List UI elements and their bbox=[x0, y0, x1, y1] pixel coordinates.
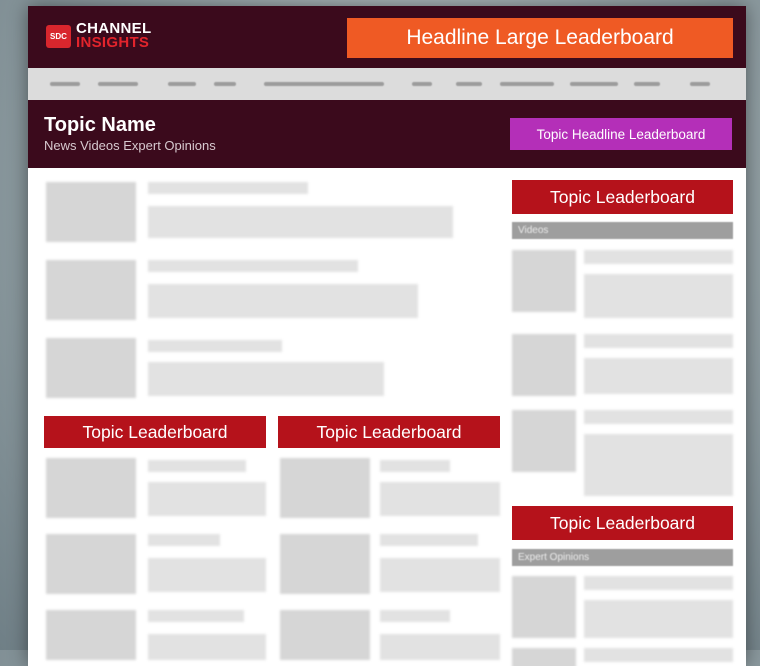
article-excerpt-placeholder bbox=[148, 284, 418, 318]
site-logo[interactable]: SDC CHANNEL INSIGHTS bbox=[46, 21, 151, 51]
article-thumbnail-placeholder[interactable] bbox=[46, 534, 136, 594]
video-excerpt-placeholder bbox=[584, 434, 733, 496]
video-title-placeholder[interactable] bbox=[584, 250, 733, 264]
article-title-placeholder[interactable] bbox=[148, 534, 220, 546]
topic-header: Topic Name News Videos Expert Opinions T… bbox=[28, 100, 746, 168]
article-excerpt-placeholder bbox=[380, 558, 500, 592]
article-excerpt-placeholder bbox=[380, 634, 500, 660]
nav-item[interactable] bbox=[214, 82, 236, 86]
videos-section-label: Videos bbox=[512, 222, 733, 239]
article-thumbnail-placeholder[interactable] bbox=[46, 338, 136, 398]
article-title-placeholder[interactable] bbox=[148, 260, 358, 272]
opinion-title-placeholder[interactable] bbox=[584, 648, 733, 662]
article-title-placeholder[interactable] bbox=[148, 182, 308, 194]
expert-opinions-section-label: Expert Opinions bbox=[512, 549, 733, 566]
topic-leaderboard-ad[interactable]: Topic Leaderboard bbox=[44, 416, 266, 448]
topic-title: Topic Name bbox=[44, 114, 156, 136]
nav-item[interactable] bbox=[500, 82, 554, 86]
page-wireframe: SDC CHANNEL INSIGHTS Headline Large Lead… bbox=[28, 6, 746, 666]
video-title-placeholder[interactable] bbox=[584, 410, 733, 424]
video-excerpt-placeholder bbox=[584, 274, 733, 318]
video-thumbnail-placeholder[interactable] bbox=[512, 410, 576, 472]
article-excerpt-placeholder bbox=[148, 558, 266, 592]
headline-large-leaderboard-ad[interactable]: Headline Large Leaderboard bbox=[347, 18, 733, 58]
video-thumbnail-placeholder[interactable] bbox=[512, 334, 576, 396]
nav-item[interactable] bbox=[98, 82, 138, 86]
article-excerpt-placeholder bbox=[148, 206, 453, 238]
nav-item[interactable] bbox=[570, 82, 618, 86]
article-excerpt-placeholder bbox=[148, 362, 384, 396]
nav-item[interactable] bbox=[264, 82, 384, 86]
nav-item[interactable] bbox=[412, 82, 432, 86]
nav-item[interactable] bbox=[634, 82, 660, 86]
opinion-excerpt-placeholder bbox=[584, 600, 733, 638]
article-title-placeholder[interactable] bbox=[148, 340, 282, 352]
article-title-placeholder[interactable] bbox=[380, 534, 478, 546]
topic-leaderboard-ad[interactable]: Topic Leaderboard bbox=[278, 416, 500, 448]
logo-wordmark: CHANNEL INSIGHTS bbox=[76, 21, 151, 51]
topic-leaderboard-ad[interactable]: Topic Leaderboard bbox=[512, 506, 733, 540]
topic-leaderboard-ad[interactable]: Topic Leaderboard bbox=[512, 180, 733, 214]
nav-item[interactable] bbox=[50, 82, 80, 86]
article-thumbnail-placeholder[interactable] bbox=[280, 458, 370, 518]
video-excerpt-placeholder bbox=[584, 358, 733, 394]
article-thumbnail-placeholder[interactable] bbox=[280, 610, 370, 660]
opinion-thumbnail-placeholder[interactable] bbox=[512, 648, 576, 666]
site-header: SDC CHANNEL INSIGHTS Headline Large Lead… bbox=[28, 6, 746, 68]
article-title-placeholder[interactable] bbox=[380, 460, 450, 472]
article-thumbnail-placeholder[interactable] bbox=[46, 182, 136, 242]
article-excerpt-placeholder bbox=[380, 482, 500, 516]
article-excerpt-placeholder bbox=[148, 634, 266, 660]
video-thumbnail-placeholder[interactable] bbox=[512, 250, 576, 312]
logo-line-insights: INSIGHTS bbox=[76, 34, 150, 51]
article-title-placeholder[interactable] bbox=[148, 460, 246, 472]
topic-headline-leaderboard-ad[interactable]: Topic Headline Leaderboard bbox=[510, 118, 732, 150]
nav-item[interactable] bbox=[690, 82, 710, 86]
logo-badge: SDC bbox=[46, 24, 71, 48]
main-nav bbox=[28, 68, 746, 100]
article-thumbnail-placeholder[interactable] bbox=[46, 260, 136, 320]
article-thumbnail-placeholder[interactable] bbox=[46, 458, 136, 518]
topic-subnav[interactable]: News Videos Expert Opinions bbox=[44, 138, 216, 153]
article-thumbnail-placeholder[interactable] bbox=[46, 610, 136, 660]
article-title-placeholder[interactable] bbox=[380, 610, 450, 622]
video-title-placeholder[interactable] bbox=[584, 334, 733, 348]
article-title-placeholder[interactable] bbox=[148, 610, 244, 622]
nav-item[interactable] bbox=[456, 82, 482, 86]
opinion-title-placeholder[interactable] bbox=[584, 576, 733, 590]
article-excerpt-placeholder bbox=[148, 482, 266, 516]
opinion-thumbnail-placeholder[interactable] bbox=[512, 576, 576, 638]
article-thumbnail-placeholder[interactable] bbox=[280, 534, 370, 594]
nav-item[interactable] bbox=[168, 82, 196, 86]
